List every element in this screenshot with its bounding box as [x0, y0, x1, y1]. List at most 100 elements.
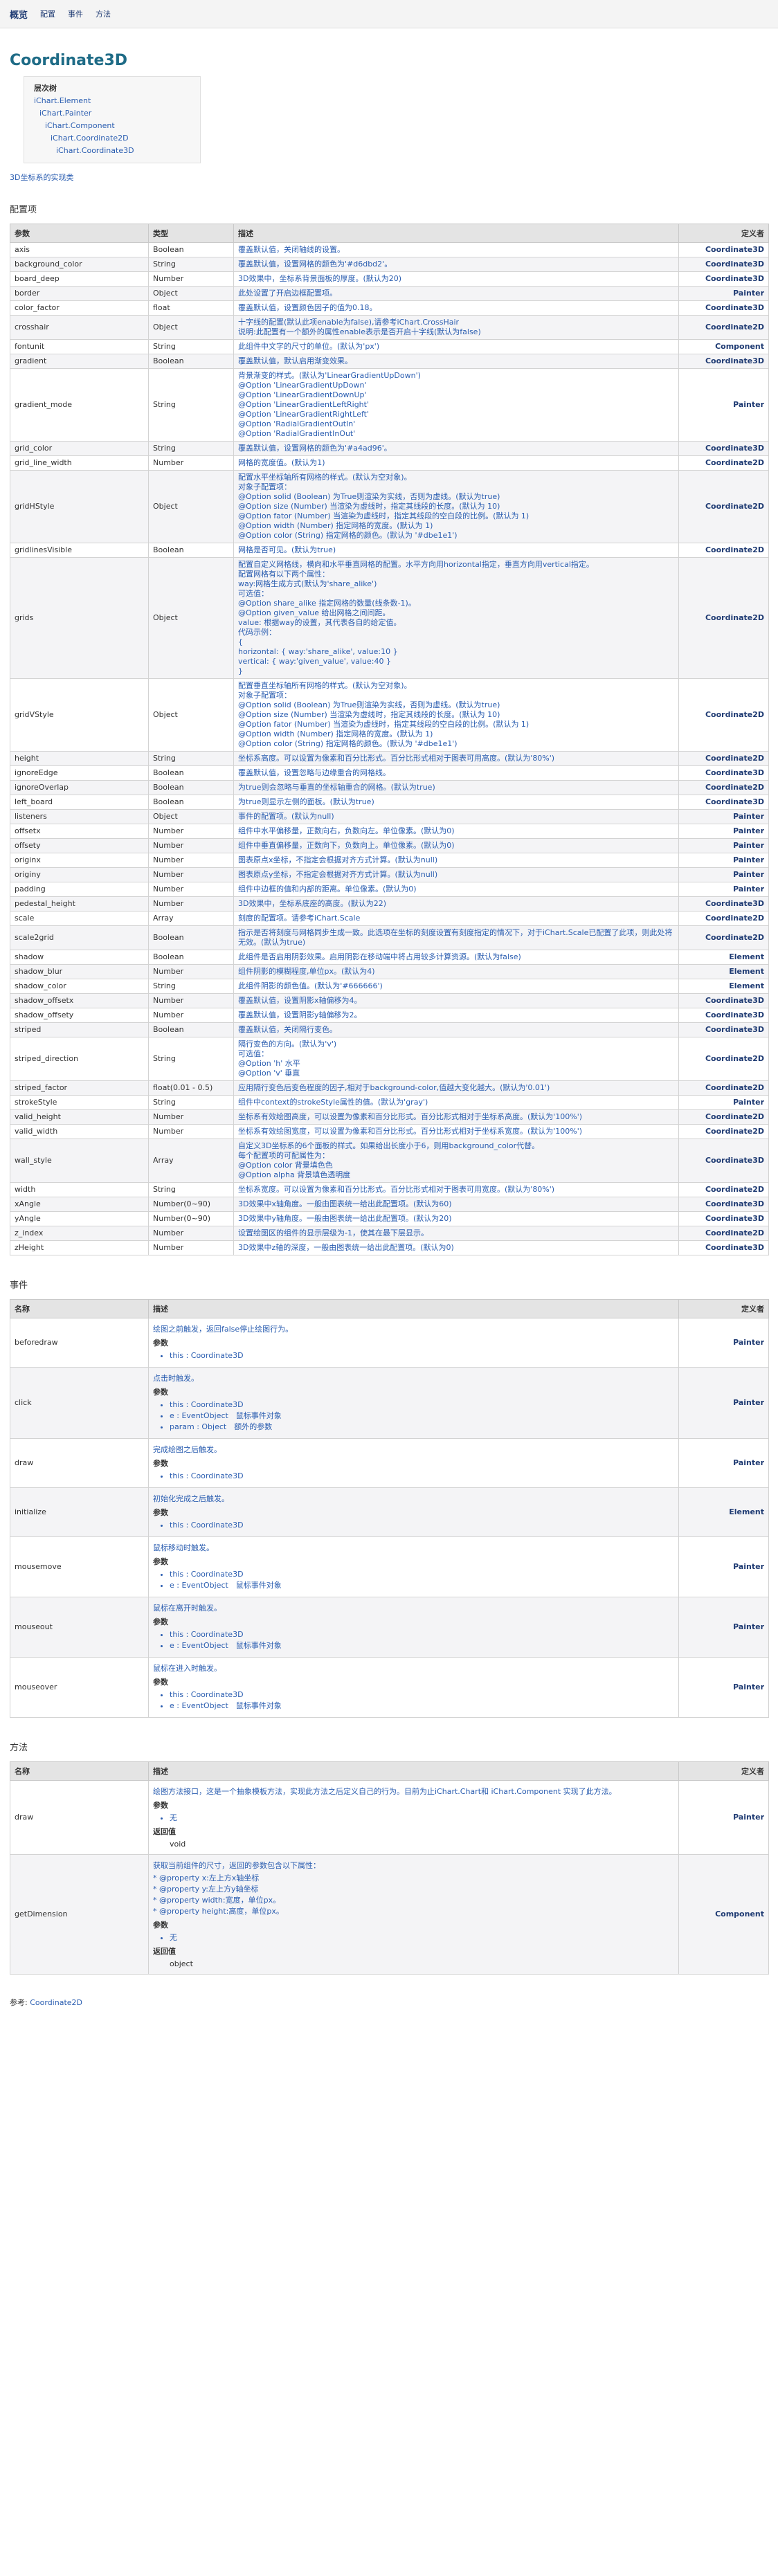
config-param-owner[interactable]: Painter [678, 824, 769, 839]
events-col-name: 名称 [10, 1299, 149, 1318]
config-param-owner[interactable]: Coordinate2D [678, 470, 769, 543]
hierarchy-link-component[interactable]: iChart.Component [34, 120, 193, 132]
config-param-owner[interactable]: Coordinate2D [678, 925, 769, 950]
config-row: padding Number 组件中边框的值和内部的距离。单位像素。(默认为0) Pa… [10, 882, 769, 897]
config-param-owner[interactable]: Coordinate2D [678, 780, 769, 795]
config-param-owner[interactable]: Coordinate3D [678, 1240, 769, 1255]
nav-methods[interactable]: 方法 [96, 8, 111, 19]
config-param-name: fontunit [10, 339, 149, 354]
config-param-owner[interactable]: Coordinate2D [678, 315, 769, 340]
config-row: zHeight Number 3D效果中z轴的深度，一般由图表统一给出此配置项。(默… [10, 1240, 769, 1255]
config-row: left_board Boolean 为true则显示左侧的面板。(默认为true)… [10, 795, 769, 810]
event-param: this : Coordinate3D [170, 1690, 674, 1700]
see-also: 参考: Coordinate2D [10, 1997, 768, 2008]
config-param-desc: 3D效果中z轴的深度，一般由图表统一给出此配置项。(默认为0) [233, 1240, 679, 1255]
config-param-owner[interactable]: Coordinate3D [678, 300, 769, 316]
config-param-owner[interactable]: Coordinate3D [678, 441, 769, 456]
config-param-desc: 配置垂直坐标轴所有网格的样式。(默认为空对象)。 对象子配置项： @Option… [233, 678, 679, 752]
property-bullet-icon: * [153, 1896, 159, 1905]
config-param-owner[interactable]: Coordinate3D [678, 1197, 769, 1212]
config-param-owner[interactable]: Painter [678, 1095, 769, 1110]
config-param-owner[interactable]: Coordinate2D [678, 1124, 769, 1139]
config-param-type: String [148, 1095, 234, 1110]
config-param-owner[interactable]: Element [678, 964, 769, 979]
config-param-name: gradient [10, 354, 149, 369]
config-param-desc: 3D效果中x轴角度。一般由图表统一给出此配置项。(默认为60) [233, 1197, 679, 1212]
config-param-owner[interactable]: Coordinate2D [678, 751, 769, 766]
event-owner[interactable]: Painter [678, 1438, 769, 1488]
config-param-owner[interactable]: Coordinate3D [678, 896, 769, 911]
config-param-owner[interactable]: Painter [678, 853, 769, 868]
config-param-type: String [148, 1182, 234, 1197]
config-param-owner[interactable]: Coordinate2D [678, 911, 769, 926]
config-param-name: pedestal_height [10, 896, 149, 911]
config-param-owner[interactable]: Coordinate2D [678, 543, 769, 558]
config-param-name: shadow [10, 950, 149, 965]
config-param-owner[interactable]: Coordinate2D [678, 1080, 769, 1096]
event-owner[interactable]: Element [678, 1487, 769, 1537]
config-param-owner[interactable]: Coordinate2D [678, 1226, 769, 1241]
config-param-owner[interactable]: Painter [678, 368, 769, 442]
hierarchy-link-element[interactable]: iChart.Element [34, 95, 193, 107]
hierarchy-box: 层次树 iChart.Element iChart.Painter iChart… [24, 76, 201, 163]
method-owner[interactable]: Component [678, 1854, 769, 1975]
config-param-owner[interactable]: Coordinate2D [678, 455, 769, 471]
config-param-owner[interactable]: Component [678, 339, 769, 354]
event-owner[interactable]: Painter [678, 1657, 769, 1718]
config-param-owner[interactable]: Coordinate2D [678, 678, 769, 752]
config-param-name: gridHStyle [10, 470, 149, 543]
hierarchy-link-painter[interactable]: iChart.Painter [34, 107, 193, 120]
config-param-owner[interactable]: Painter [678, 286, 769, 301]
config-param-owner[interactable]: Painter [678, 867, 769, 882]
method-owner[interactable]: Painter [678, 1780, 769, 1855]
config-param-desc: 3D效果中，坐标系底座的高度。(默认为22) [233, 896, 679, 911]
config-table: 参数 类型 描述 定义者 axis Boolean 覆盖默认值，关闭轴线的设置。 Co… [10, 224, 769, 1255]
config-param-owner[interactable]: Coordinate3D [678, 271, 769, 287]
config-param-owner[interactable]: Coordinate3D [678, 1139, 769, 1183]
config-param-desc: 刻度的配置项。请参考iChart.Scale [233, 911, 679, 926]
config-param-owner[interactable]: Painter [678, 838, 769, 853]
event-owner[interactable]: Painter [678, 1367, 769, 1439]
config-param-type: Boolean [148, 780, 234, 795]
config-param-desc: 覆盖默认值，设置网格的颜色为'#a4ad96'。 [233, 441, 679, 456]
config-param-type: Boolean [148, 925, 234, 950]
nav-config[interactable]: 配置 [40, 8, 55, 19]
config-param-type: Object [148, 315, 234, 340]
config-param-owner[interactable]: Coordinate2D [678, 557, 769, 679]
config-param-name: striped_factor [10, 1080, 149, 1096]
config-param-owner[interactable]: Painter [678, 809, 769, 824]
config-param-name: offsety [10, 838, 149, 853]
config-param-type: Boolean [148, 242, 234, 257]
event-param-label: 参数 [153, 1557, 168, 1566]
config-row: strokeStyle String 组件中context的strokeStyle属… [10, 1095, 769, 1110]
event-owner[interactable]: Painter [678, 1597, 769, 1658]
config-param-owner[interactable]: Element [678, 979, 769, 994]
hierarchy-link-coordinate3d[interactable]: iChart.Coordinate3D [34, 145, 193, 157]
event-owner[interactable]: Painter [678, 1536, 769, 1597]
config-param-owner[interactable]: Coordinate3D [678, 242, 769, 257]
hierarchy-link-coordinate2d[interactable]: iChart.Coordinate2D [34, 132, 193, 145]
event-name: beforedraw [10, 1318, 149, 1368]
config-param-owner[interactable]: Painter [678, 882, 769, 897]
config-col-owner: 定义者 [678, 224, 769, 243]
config-param-owner[interactable]: Coordinate3D [678, 1022, 769, 1037]
config-param-owner[interactable]: Coordinate3D [678, 257, 769, 272]
config-param-owner[interactable]: Coordinate2D [678, 1182, 769, 1197]
config-param-owner[interactable]: Coordinate3D [678, 1211, 769, 1226]
config-param-owner[interactable]: Element [678, 950, 769, 965]
config-param-owner[interactable]: Coordinate3D [678, 354, 769, 369]
event-param-list: this : Coordinate3D [153, 1521, 674, 1530]
config-param-type: Number [148, 271, 234, 287]
config-param-owner[interactable]: Coordinate2D [678, 1037, 769, 1081]
event-owner[interactable]: Painter [678, 1318, 769, 1368]
see-also-link[interactable]: Coordinate2D [30, 1998, 82, 2007]
nav-brand[interactable]: 概览 [10, 8, 28, 21]
nav-events[interactable]: 事件 [68, 8, 83, 19]
config-param-type: String [148, 1037, 234, 1081]
event-row: click点击时触发。参数this : Coordinate3De : Even… [10, 1367, 769, 1439]
config-param-owner[interactable]: Coordinate3D [678, 993, 769, 1008]
config-param-owner[interactable]: Coordinate3D [678, 1008, 769, 1023]
config-param-owner[interactable]: Coordinate2D [678, 1109, 769, 1125]
config-param-owner[interactable]: Coordinate3D [678, 765, 769, 781]
config-param-owner[interactable]: Coordinate3D [678, 795, 769, 810]
